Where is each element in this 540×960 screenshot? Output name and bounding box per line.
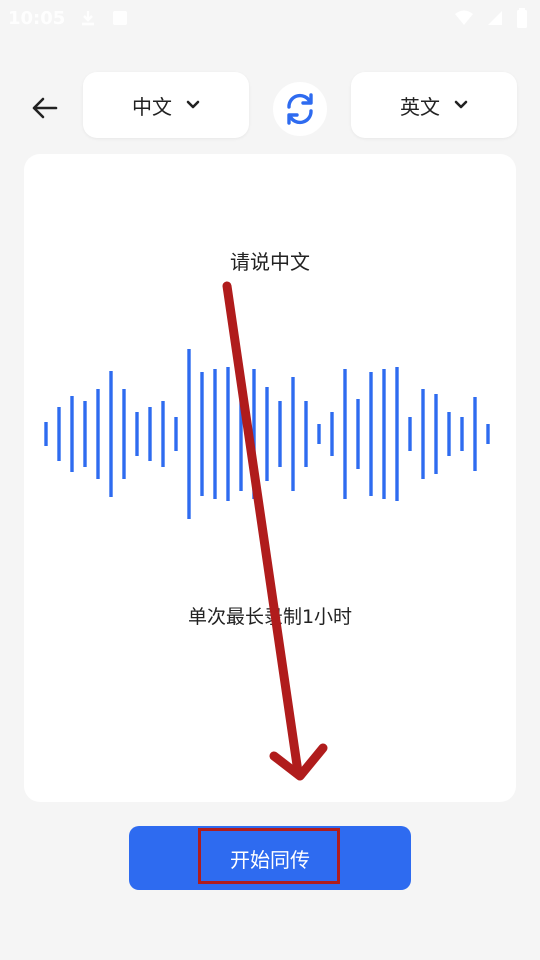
battery-icon: [516, 8, 528, 28]
language-bar: 中文 英文: [0, 72, 540, 140]
signal-icon: [486, 9, 504, 27]
swap-icon: [287, 93, 313, 125]
source-language-select[interactable]: 中文: [83, 72, 249, 138]
status-right: [454, 8, 528, 28]
chevron-down-icon: [186, 100, 200, 110]
status-bar: 10:05: [0, 0, 540, 36]
recording-limit-note: 单次最长录制1小时: [187, 606, 353, 628]
wifi-icon: [454, 9, 474, 27]
audio-waveform: [44, 349, 490, 519]
start-interpretation-button[interactable]: 开始同传: [129, 826, 411, 890]
target-language-label: 英文: [400, 94, 440, 119]
swap-languages-button[interactable]: [273, 82, 327, 136]
chevron-down-icon: [454, 100, 468, 110]
status-left: 10:05: [8, 8, 129, 29]
speak-prompt: 请说中文: [230, 250, 310, 274]
target-language-select[interactable]: 英文: [351, 72, 517, 138]
back-arrow-icon: [32, 97, 58, 119]
start-button-label: 开始同传: [230, 847, 310, 872]
recording-card: 请说中文 单次最长录制1小时: [24, 154, 516, 802]
notification-icon: [111, 9, 129, 27]
back-button[interactable]: [24, 88, 64, 128]
download-icon: [79, 9, 97, 27]
screen: 10:05 中文 英文 请说中文 单次最长录制1小时 开始同传: [0, 0, 540, 960]
status-time: 10:05: [8, 7, 66, 29]
source-language-label: 中文: [132, 94, 172, 119]
